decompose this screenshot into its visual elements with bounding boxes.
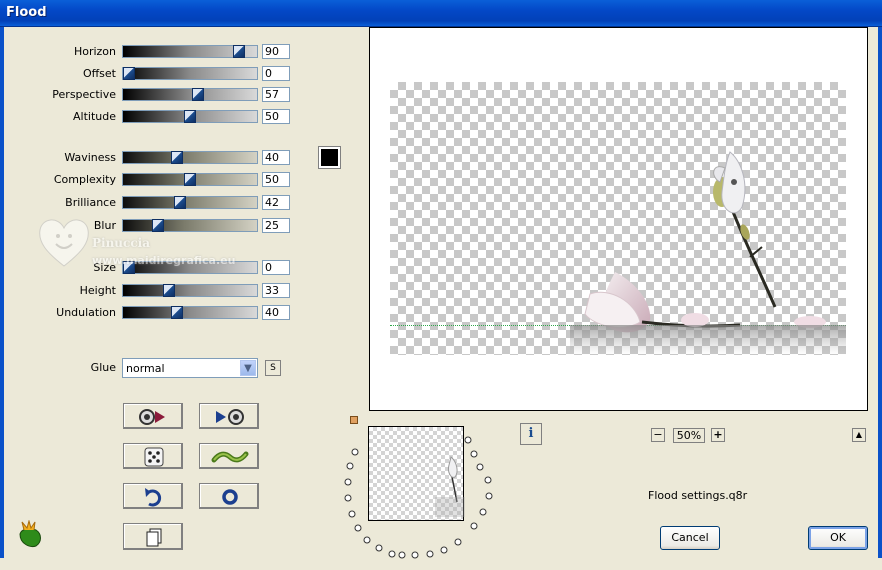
perspective-slider[interactable] (122, 88, 258, 101)
reset-button[interactable] (199, 483, 259, 509)
window-frame-right (878, 27, 882, 558)
height-value[interactable]: 33 (262, 283, 290, 298)
undulation-thumb[interactable] (171, 306, 183, 319)
copy-page-icon (146, 528, 162, 547)
horizon-thumb[interactable] (233, 45, 245, 58)
cancel-button[interactable]: Cancel (660, 526, 720, 550)
play-record-icon (139, 409, 165, 425)
zoom-in-button[interactable]: + (711, 428, 725, 442)
title-bar[interactable]: Flood (0, 0, 882, 27)
heart-icon (39, 219, 89, 267)
collapse-icon[interactable]: ▲ (852, 428, 866, 442)
height-thumb[interactable] (163, 284, 175, 297)
offset-value[interactable]: 0 (262, 66, 290, 81)
record-play-icon (216, 409, 244, 425)
wave-button[interactable] (199, 443, 259, 469)
random-button[interactable] (123, 443, 183, 469)
brilliance-value[interactable]: 42 (262, 195, 290, 210)
waviness-value[interactable]: 40 (262, 150, 290, 165)
altitude-thumb[interactable] (184, 110, 196, 123)
copy-button[interactable] (123, 523, 183, 550)
complexity-slider[interactable] (122, 173, 258, 186)
color-swatch[interactable] (318, 146, 341, 169)
brilliance-thumb[interactable] (174, 196, 186, 209)
watermark-url: www.maidiregrafica.eu (92, 254, 236, 267)
app-logo-icon (19, 520, 41, 547)
offset-label: Offset (82, 67, 116, 80)
chevron-down-icon[interactable]: ▼ (240, 360, 256, 376)
circle-icon (222, 489, 238, 505)
perspective-value[interactable]: 57 (262, 87, 290, 102)
brilliance-slider[interactable] (122, 196, 258, 209)
offset-thumb[interactable] (123, 67, 135, 80)
altitude-value[interactable]: 50 (262, 109, 290, 124)
horizon-label: Horizon (73, 45, 116, 58)
offset-slider[interactable] (122, 67, 258, 80)
ok-button[interactable]: OK (808, 526, 868, 550)
undo-button[interactable] (123, 483, 183, 509)
blur-value[interactable]: 25 (262, 218, 290, 233)
settings-filename: Flood settings.q8r (648, 489, 748, 502)
watermark-name: Pinuccia (92, 236, 150, 250)
altitude-slider[interactable] (122, 110, 258, 123)
preview-canvas (390, 82, 846, 355)
waviness-thumb[interactable] (171, 151, 183, 164)
complexity-thumb[interactable] (184, 173, 196, 186)
flood-dialog: Flood Horizon 90 Offset 0 Perspective 57… (0, 0, 882, 559)
brilliance-label: Brilliance (65, 196, 116, 209)
perspective-label: Perspective (52, 88, 116, 101)
preview-window[interactable] (369, 27, 868, 411)
undo-icon (145, 488, 162, 507)
complexity-label: Complexity (53, 173, 116, 186)
flower-image (570, 151, 846, 355)
undulation-slider[interactable] (122, 306, 258, 319)
horizon-value[interactable]: 90 (262, 44, 290, 59)
zoom-out-button[interactable]: − (651, 428, 665, 442)
navigator-ring (344, 436, 493, 559)
altitude-label: Altitude (73, 110, 116, 123)
glue-select[interactable]: normal ▼ (122, 358, 258, 378)
wave-icon (211, 451, 249, 463)
waviness-slider[interactable] (122, 151, 258, 164)
height-slider[interactable] (122, 284, 258, 297)
horizon-slider[interactable] (122, 45, 258, 58)
waviness-label: Waviness (64, 151, 116, 164)
height-label: Height (79, 284, 116, 297)
dice-icon (144, 447, 164, 467)
zoom-level: 50% (673, 428, 705, 443)
undulation-label: Undulation (56, 306, 116, 319)
window-title: Flood (6, 5, 47, 20)
size-value[interactable]: 0 (262, 260, 290, 275)
s-button[interactable]: S (265, 360, 281, 376)
watermark: Pinuccia www.maidiregrafica.eu (36, 212, 256, 282)
glue-label: Glue (90, 361, 116, 374)
info-icon[interactable]: i (520, 423, 542, 445)
play-record-button[interactable] (123, 403, 183, 429)
complexity-value[interactable]: 50 (262, 172, 290, 187)
undulation-value[interactable]: 40 (262, 305, 290, 320)
glue-value: normal (126, 362, 165, 375)
perspective-thumb[interactable] (192, 88, 204, 101)
record-play-button[interactable] (199, 403, 259, 429)
